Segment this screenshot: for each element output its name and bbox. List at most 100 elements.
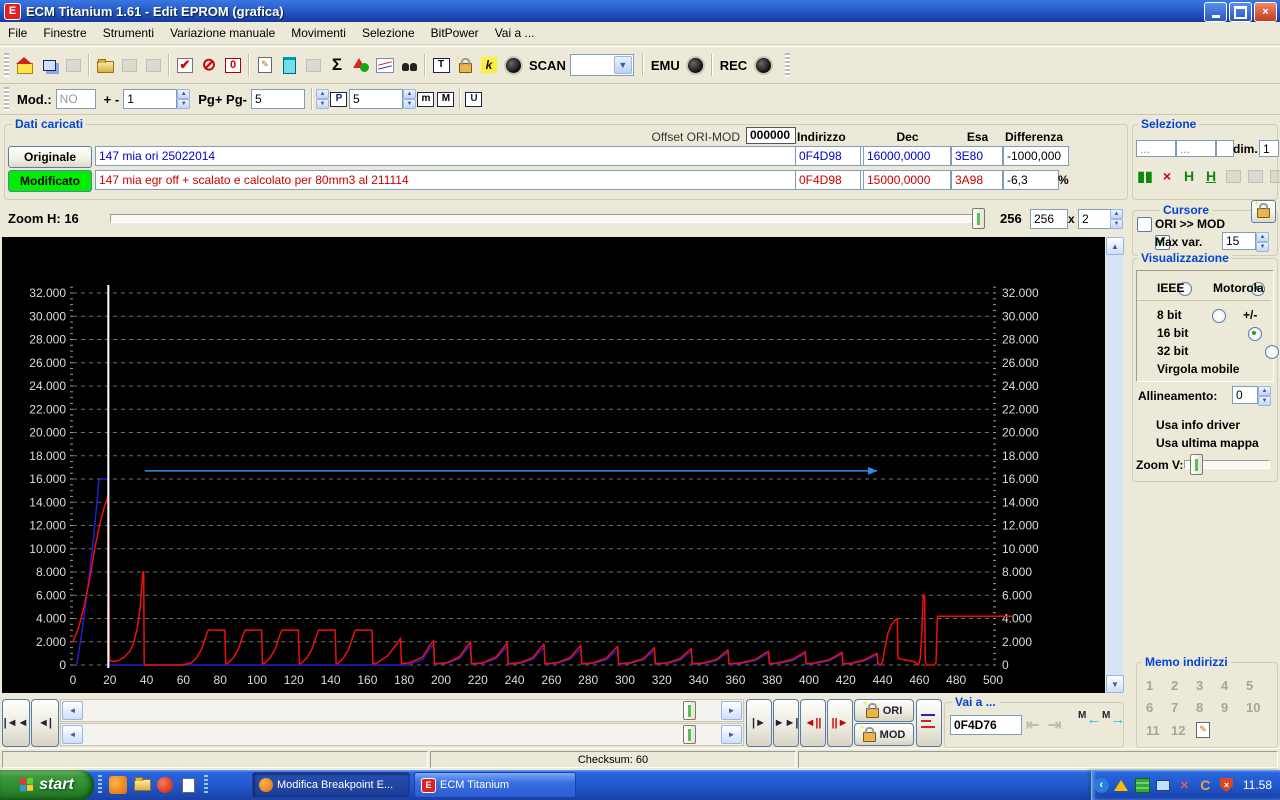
chart-vertical-scrollbar[interactable]: ▲ ▼ — [1106, 237, 1124, 693]
modificato-dec-field[interactable] — [863, 170, 951, 190]
modificato-esa-field[interactable] — [951, 170, 1003, 190]
selection-extra-field[interactable] — [1216, 140, 1234, 157]
spinner-up-icon[interactable]: ▲ — [315, 89, 329, 99]
step-spinner[interactable]: ▲ ▼ — [177, 89, 191, 109]
modificato-indirizzo-field[interactable] — [795, 170, 861, 190]
max-button[interactable]: M — [436, 87, 456, 111]
originale-esa-field[interactable] — [951, 146, 1003, 166]
run-button[interactable]: k — [477, 53, 501, 77]
map-height-field[interactable] — [1078, 209, 1112, 229]
originale-diff-field[interactable] — [1003, 146, 1069, 166]
mod-view-button[interactable]: MOD — [854, 723, 914, 746]
ori-mod-checkbox[interactable] — [1137, 217, 1152, 232]
selection-from-field[interactable] — [1136, 140, 1176, 157]
memo-slot-10[interactable]: 10 — [1246, 700, 1271, 715]
map-height-spinner[interactable]: ▲ ▼ — [1110, 209, 1123, 229]
ori-view-button[interactable]: ORI — [854, 699, 914, 722]
selection-to-field[interactable] — [1176, 140, 1216, 157]
hide-icons-chevron[interactable]: ‹ — [1093, 777, 1109, 793]
min-button[interactable]: m — [416, 87, 436, 111]
reset-zero-button[interactable]: 0 — [221, 53, 245, 77]
percent-mode-button[interactable]: P — [329, 87, 349, 111]
taskbar-window-modifica-breakpoint[interactable]: Modifica Breakpoint E... — [252, 772, 410, 798]
scroll-right-button[interactable]: ► — [721, 725, 742, 744]
memo-slot-9[interactable]: 9 — [1221, 700, 1246, 715]
memo-forward-button[interactable]: M→ — [1102, 710, 1125, 728]
toolbar-grip[interactable] — [785, 53, 791, 77]
originale-dec-field[interactable] — [863, 146, 951, 166]
text-window-button[interactable]: T — [429, 53, 453, 77]
allineamento-spinner[interactable]: ▲ ▼ — [1258, 386, 1271, 406]
folder-quicklaunch-icon[interactable] — [133, 776, 151, 794]
memo-slot-12[interactable]: 12 — [1171, 723, 1196, 738]
map-width-field[interactable] — [1030, 209, 1068, 229]
scroll-down-button[interactable]: ▼ — [1106, 675, 1124, 693]
modificato-diff-field[interactable] — [1003, 170, 1059, 190]
spinner-up-icon[interactable]: ▲ — [402, 89, 416, 99]
edit-notes-button[interactable]: ✎ — [253, 53, 277, 77]
open-file-button[interactable] — [93, 53, 117, 77]
jump-forward-button[interactable]: ||► — [827, 699, 853, 747]
chart-canvas[interactable]: 0 02.000 2.0004.000 4.0006.000 6.0008.000 8.0… — [2, 237, 1105, 693]
originale-indirizzo-field[interactable] — [795, 146, 861, 166]
p-spinner[interactable]: ▲ ▼ — [402, 89, 416, 109]
taskbar-window-ecm-titanium[interactable]: E ECM Titanium — [414, 772, 576, 798]
memo-back-button[interactable]: M← — [1078, 710, 1101, 728]
cancel-mod-button[interactable]: ⊘ — [197, 53, 221, 77]
originale-button[interactable]: Originale — [8, 146, 92, 168]
zoom-v-slider-thumb[interactable] — [1190, 454, 1203, 475]
notes-quicklaunch-icon[interactable] — [179, 776, 197, 794]
memo-slot-1[interactable]: 1 — [1146, 678, 1171, 693]
select-clear-button[interactable]: × — [1156, 166, 1178, 186]
toolbar-grip[interactable] — [4, 87, 9, 111]
menu-file[interactable]: File — [0, 23, 35, 43]
go-last-button[interactable]: ►►| — [773, 699, 799, 747]
spinner-down-icon[interactable]: ▼ — [1258, 396, 1271, 406]
scroll-right-button[interactable]: ► — [721, 701, 742, 720]
home-button[interactable] — [13, 53, 37, 77]
max-var-spinner[interactable]: ▲ ▼ — [1256, 232, 1269, 252]
memo-slot-7[interactable]: 7 — [1171, 700, 1196, 715]
antivirus-grid-tray-icon[interactable] — [1134, 777, 1151, 794]
go-first-button[interactable]: |◄◄ — [2, 699, 30, 747]
verify-button[interactable]: ✔ — [173, 53, 197, 77]
copper-c-tray-icon[interactable]: C — [1197, 777, 1214, 794]
zoom-h-slider-track[interactable] — [110, 214, 984, 223]
network-disconnected-tray-icon[interactable]: ✕ — [1176, 777, 1193, 794]
spinner-up-icon[interactable]: ▲ — [1256, 232, 1269, 242]
cascade-windows-button[interactable] — [37, 53, 61, 77]
start-button[interactable]: start — [0, 770, 94, 800]
scroll-thumb[interactable] — [683, 701, 696, 720]
rec-led-button[interactable] — [751, 53, 775, 77]
search-button[interactable] — [397, 53, 421, 77]
h-scrollbar-bottom[interactable]: ◄ ► — [60, 723, 744, 746]
go-prev-button[interactable]: ◄| — [31, 699, 59, 747]
menu-bitpower[interactable]: BitPower — [423, 23, 487, 43]
memo-slot-2[interactable]: 2 — [1171, 678, 1196, 693]
shapes-view-button[interactable] — [349, 53, 373, 77]
wireless-monitor-tray-icon[interactable] — [1155, 777, 1172, 794]
spinner-up-icon[interactable]: ▲ — [177, 89, 191, 99]
select-begin-button[interactable]: ▮▮ — [1134, 166, 1156, 186]
opera-icon[interactable] — [157, 777, 173, 793]
maximize-button[interactable] — [1229, 2, 1252, 22]
spinner-down-icon[interactable]: ▼ — [402, 99, 416, 109]
vai-a-address-field[interactable] — [950, 715, 1022, 735]
scroll-left-button[interactable]: ◄ — [62, 701, 83, 720]
map-graph-area[interactable]: 0 0 2.000 2.000 4.000 4.000 6.000 6.000 8.000 8.0… — [2, 237, 1105, 693]
memo-slot-5[interactable]: 5 — [1246, 678, 1271, 693]
cursor-lock-button[interactable] — [1251, 200, 1276, 223]
memo-slot-3[interactable]: 3 — [1196, 678, 1221, 693]
graph-view-button[interactable] — [373, 53, 397, 77]
trash-button[interactable] — [277, 53, 301, 77]
memo-slot-4[interactable]: 4 — [1221, 678, 1246, 693]
memo-slot-8[interactable]: 8 — [1196, 700, 1221, 715]
bit16-radio[interactable] — [1248, 327, 1263, 341]
pg-value-field[interactable] — [250, 89, 305, 109]
scroll-thumb[interactable] — [683, 725, 696, 744]
lock-button[interactable] — [453, 53, 477, 77]
menu-variazione-manuale[interactable]: Variazione manuale — [162, 23, 283, 43]
scroll-left-button[interactable]: ◄ — [62, 725, 83, 744]
axis-mode-button[interactable] — [916, 699, 942, 747]
modificato-button[interactable]: Modificato — [8, 170, 92, 192]
